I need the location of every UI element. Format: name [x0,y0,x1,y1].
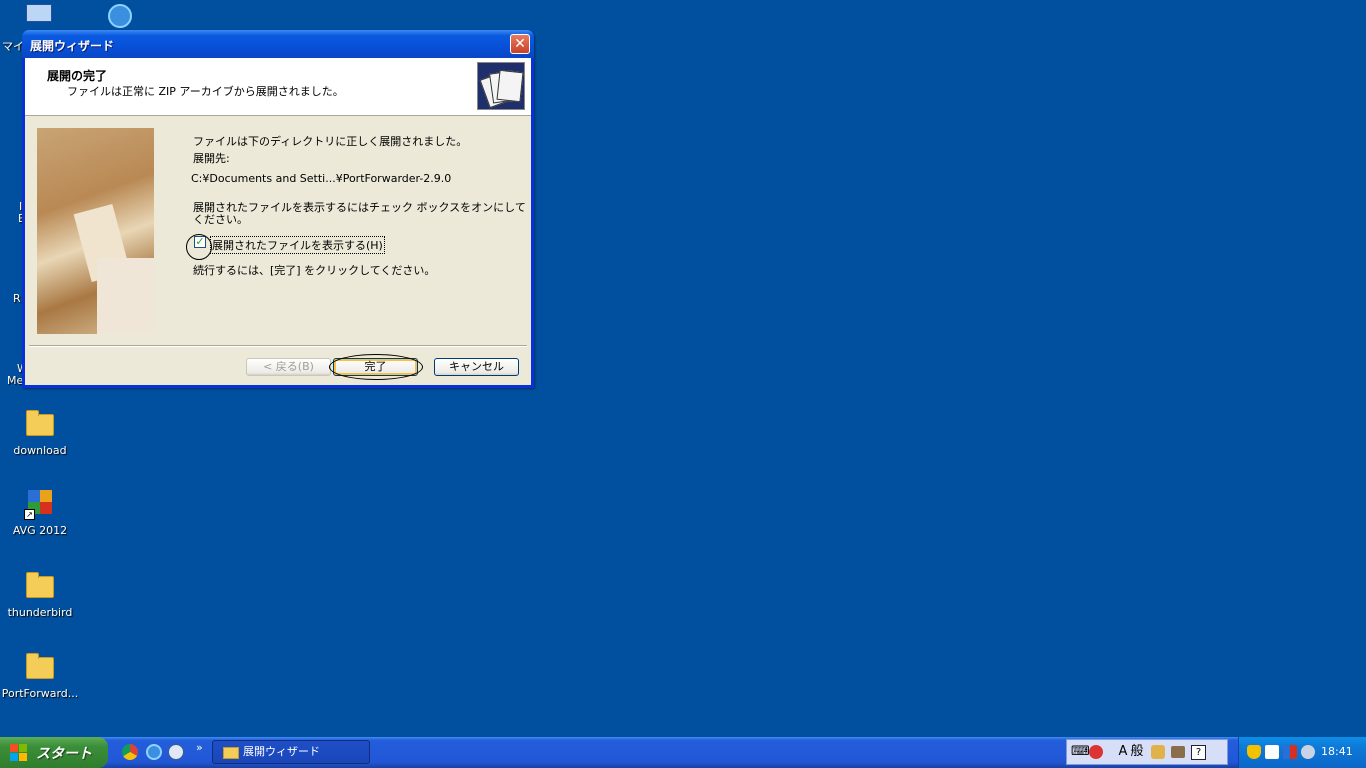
clock: 18:41 [1321,745,1353,758]
header-subtitle: ファイルは正常に ZIP アーカイブから展開されました。 [67,85,344,98]
ime-status-icon[interactable] [1089,745,1103,759]
extraction-wizard-dialog: 展開ウィザード ✕ 展開の完了 ファイルは正常に ZIP アーカイブから展開され… [22,30,534,388]
title-bar[interactable]: 展開ウィザード ✕ [22,30,534,58]
chrome-icon[interactable] [122,744,138,760]
wizard-header: 展開の完了 ファイルは正常に ZIP アーカイブから展開されました。 [25,58,531,116]
header-title: 展開の完了 [47,69,108,83]
folder-icon [24,408,56,440]
taskbar-item-label: 展開ウィザード [243,745,320,758]
show-files-checkbox-label[interactable]: 展開されたファイルを表示する(H) [210,236,385,254]
folders-icon [477,62,525,110]
folder-icon [223,747,239,759]
desktop-icon-download[interactable]: download [0,408,80,457]
folder-icon [24,651,56,683]
avg-tray-icon[interactable] [1283,745,1297,759]
keyboard-icon[interactable]: ⌨ [1071,744,1090,760]
annotation-oval [329,354,423,380]
taskbar-item-extraction-wizard[interactable]: 展開ウィザード [212,740,370,764]
desktop-icon-label: thunderbird [7,606,73,619]
desktop-icon-avg[interactable]: ↗ AVG 2012 [0,488,80,537]
network-icon[interactable] [1301,745,1315,759]
system-tray: 18:41 [1238,737,1366,768]
destination-path: C:¥Documents and Setti...¥PortForwarder-… [191,172,452,185]
conversion-mode-icon[interactable]: 般 [1129,744,1145,760]
cancel-button[interactable]: キャンセル [434,358,519,376]
dialog-client-area: 展開の完了 ファイルは正常に ZIP アーカイブから展開されました。 ファイルは… [25,58,531,385]
destination-label: 展開先: [193,152,230,165]
desktop-icon-label: download [13,444,67,457]
folder-icon [24,570,56,602]
close-icon: ✕ [514,36,526,52]
button-separator [29,345,527,347]
desktop-partial-label-3: R [13,292,21,305]
security-shield-icon[interactable] [1247,745,1261,759]
instruction-line-2: ください。 [193,213,248,226]
internet-explorer-icon [106,2,134,30]
outlook-express-icon[interactable] [168,744,184,760]
start-button[interactable]: スタート [0,737,108,768]
extracted-message: ファイルは下のディレクトリに正しく展開されました。 [193,135,468,148]
desktop-partial-label-5: Me [7,374,24,387]
ime-tools-icon[interactable] [1171,746,1185,758]
desktop-icon-portforwarder[interactable]: PortForward... [0,651,80,700]
desktop-partial-label-mycomputer: マイ [2,40,24,53]
desktop-icon-label: PortForward... [1,687,79,700]
ime-pad-icon[interactable] [1151,745,1165,759]
annotation-circle [186,234,212,260]
wizard-side-image [37,128,154,334]
help-icon[interactable]: ? [1191,745,1206,760]
shortcut-arrow-icon: ↗ [24,509,35,520]
computer-icon [24,2,52,26]
desktop-icon-thunderbird[interactable]: thunderbird [0,570,80,619]
taskbar: スタート » 展開ウィザード ⌨ A 般 ? 18:41 [0,737,1366,768]
avg-icon: ↗ [24,488,56,520]
close-button[interactable]: ✕ [510,34,530,54]
windows-logo-icon [10,744,28,762]
continue-instruction: 続行するには、[完了] をクリックしてください。 [193,264,436,277]
quick-launch-more-icon[interactable]: » [196,741,203,754]
zonealarm-icon[interactable] [1265,745,1279,759]
language-bar: ⌨ A 般 ? [1066,739,1228,765]
window-title: 展開ウィザード [30,39,115,53]
back-button[interactable]: < 戻る(B) [246,358,331,376]
desktop-icon-label: AVG 2012 [12,524,68,537]
desktop-icon-my-computer[interactable] [0,2,80,26]
internet-explorer-icon[interactable] [146,744,162,760]
start-label: スタート [36,746,92,762]
